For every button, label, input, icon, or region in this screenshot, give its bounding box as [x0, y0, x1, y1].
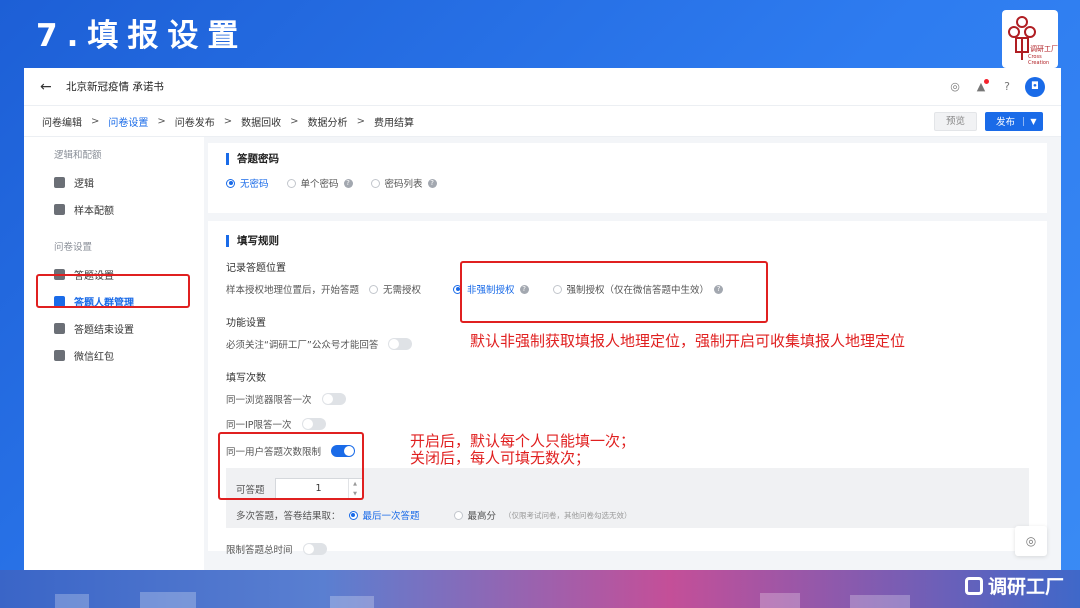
back-arrow-icon[interactable]: ←: [40, 79, 60, 95]
chevron-right-icon: >: [290, 115, 299, 127]
corner-brand-logo: 调研工厂: [964, 572, 1064, 599]
chevron-right-icon: >: [223, 115, 233, 127]
sidebar-item-redpacket[interactable]: 微信红包: [24, 342, 204, 369]
publish-label: 发布: [995, 117, 1015, 128]
follow-label: 必须关注“调研工厂”公众号才能回答: [226, 340, 379, 351]
quota-icon: [54, 204, 65, 215]
step-settings[interactable]: 问卷设置: [108, 114, 148, 129]
publish-button[interactable]: 发布 ▼: [984, 111, 1043, 131]
location-desc: 样本授权地理位置后，开始答题: [226, 285, 360, 296]
sidebar-item-finish[interactable]: 答题结束设置: [24, 315, 204, 342]
content-area: 逻辑和配额 逻辑 样本配额 问卷设置 答题设置 答题人群管理 答题结束设置 微信…: [24, 137, 1061, 570]
total-time-toggle[interactable]: [302, 543, 327, 555]
sidebar-group-settings: 问卷设置: [54, 242, 93, 253]
browser-once-row: 同一浏览器限答一次: [226, 392, 1029, 406]
highlight-box-location: [460, 261, 768, 323]
sidebar-item-label: 微信红包: [74, 352, 114, 363]
times-title: 填写次数: [226, 373, 266, 384]
red-packet-icon: [54, 350, 65, 361]
seal-text: 调研工厂: [1030, 45, 1058, 53]
seal-sub: Cross Creation: [1028, 54, 1050, 66]
section-title-password: 答题密码: [226, 153, 1029, 165]
bell-icon[interactable]: ▲: [973, 78, 989, 95]
chevron-right-icon: >: [356, 115, 365, 127]
highlight-box-sidebar: [36, 274, 190, 308]
top-icons: ◎ ▲ ? ◘: [947, 76, 1045, 97]
logic-icon: [54, 177, 65, 188]
step-edit[interactable]: 问卷编辑: [42, 114, 82, 129]
annotation-location: 默认非强制获取填报人地理定位，强制开启可收集填报人地理定位: [470, 332, 906, 350]
survey-title: 北京新冠疫情 承诺书: [66, 81, 164, 93]
sidebar-group-logic: 逻辑和配额: [54, 150, 102, 161]
multi-label: 多次答题，答卷结果取：: [236, 511, 341, 522]
chevron-right-icon: >: [157, 115, 166, 127]
annotation-user-limit-2: 关闭后，每人可填无数次；: [410, 449, 591, 467]
step-bar: 问卷编辑 > 问卷设置 > 问卷发布 > 数据回收 > 数据分析 > 费用结算 …: [24, 106, 1061, 137]
password-card: 答题密码 无密码 单个密码? 密码列表?: [208, 143, 1047, 213]
customer-service-button[interactable]: ◎: [1015, 526, 1047, 556]
chevron-down-icon[interactable]: ▼: [1023, 116, 1043, 126]
sidebar-item-label: 样本配额: [74, 206, 114, 217]
help-icon[interactable]: ?: [343, 178, 353, 188]
help-icon[interactable]: ?: [999, 79, 1015, 95]
highest-score-note: （仅限考试问卷，其他问卷勾选无效）: [504, 510, 632, 520]
decorative-city-strip: [0, 570, 1080, 608]
radio-highest-score[interactable]: 最高分: [453, 508, 496, 522]
radio-password-list[interactable]: 密码列表?: [370, 176, 437, 190]
sidebar-item-label: 答题结束设置: [74, 325, 134, 336]
radio-no-password[interactable]: 无密码: [226, 176, 269, 190]
chevron-right-icon: >: [91, 115, 100, 127]
radio-last-answer[interactable]: 最后一次答题: [348, 508, 420, 522]
ip-once-label: 同一IP限答一次: [226, 420, 292, 431]
radio-single-password[interactable]: 单个密码?: [286, 176, 353, 190]
step-analysis[interactable]: 数据分析: [308, 114, 348, 129]
ip-once-toggle[interactable]: [301, 418, 326, 430]
sidebar: 逻辑和配额 逻辑 样本配额 问卷设置 答题设置 答题人群管理 答题结束设置 微信…: [24, 137, 204, 570]
password-options: 无密码 单个密码? 密码列表?: [226, 176, 1029, 190]
preview-button[interactable]: 预览: [933, 111, 977, 131]
sidebar-item-quota[interactable]: 样本配额: [24, 196, 204, 223]
radio-no-auth[interactable]: 无需授权: [369, 282, 421, 296]
step-collect[interactable]: 数据回收: [241, 114, 281, 129]
browser-once-label: 同一浏览器限答一次: [226, 395, 312, 406]
section-title-rules: 填写规则: [226, 235, 1029, 247]
total-time-row: 限制答题总时间: [226, 542, 1029, 556]
brand-seal-logo: 调研工厂 Cross Creation: [1002, 10, 1058, 68]
headset-icon[interactable]: ◎: [947, 79, 963, 95]
sidebar-item-label: 逻辑: [74, 179, 94, 190]
highlight-box-user-limit: [218, 432, 364, 500]
top-bar: ← 北京新冠疫情 承诺书 ◎ ▲ ? ◘: [24, 68, 1061, 106]
brand-d-icon: [964, 576, 983, 595]
help-icon[interactable]: ?: [427, 178, 437, 188]
step-publish[interactable]: 问卷发布: [175, 114, 215, 129]
step-billing[interactable]: 费用结算: [374, 114, 414, 129]
follow-toggle[interactable]: [388, 338, 413, 350]
slide-title: 7.填报设置: [36, 18, 248, 54]
sidebar-item-logic[interactable]: 逻辑: [24, 169, 204, 196]
browser-once-toggle[interactable]: [321, 393, 346, 405]
ip-once-row: 同一IP限答一次: [226, 417, 1029, 431]
total-time-label: 限制答题总时间: [226, 545, 293, 556]
avatar[interactable]: ◘: [1025, 76, 1045, 97]
clipboard-icon: [54, 323, 65, 334]
settings-panel: 答题密码 无密码 单个密码? 密码列表? 填写规则 记录答题位置 样本授权地理位…: [204, 137, 1061, 570]
